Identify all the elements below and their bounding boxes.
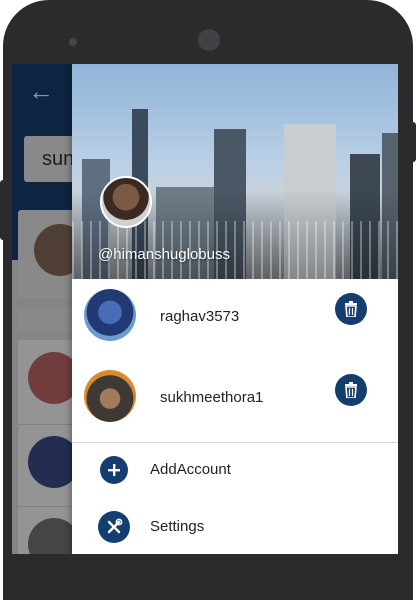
plus-icon xyxy=(100,456,128,484)
front-camera xyxy=(198,29,220,51)
trash-icon xyxy=(345,382,357,398)
menu-item-label: AddAccount xyxy=(150,461,231,478)
account-avatar xyxy=(84,289,136,341)
drawer-divider xyxy=(72,442,398,443)
menu-item-add-account[interactable]: AddAccount xyxy=(72,444,398,496)
account-row[interactable]: raghav3573 xyxy=(72,279,398,361)
profile-avatar[interactable] xyxy=(100,176,152,228)
menu-item-label: Settings xyxy=(150,518,205,535)
account-username: sukhmeethora1 xyxy=(160,389,264,406)
trash-icon xyxy=(345,301,357,317)
power-button xyxy=(410,122,416,162)
menu-item-settings[interactable]: Settings xyxy=(72,501,398,553)
drawer-header: @himanshuglobuss xyxy=(72,64,398,279)
delete-account-button[interactable] xyxy=(335,293,367,325)
account-avatar xyxy=(84,370,136,422)
screen: ← sun @himanshuglobuss raghav3573 sukhme… xyxy=(12,64,398,554)
navigation-drawer: @himanshuglobuss raghav3573 sukhmeethora… xyxy=(72,64,398,554)
profile-handle: @himanshuglobuss xyxy=(98,246,230,263)
delete-account-button[interactable] xyxy=(335,374,367,406)
account-username: raghav3573 xyxy=(160,308,240,325)
tools-icon xyxy=(98,511,130,543)
account-row[interactable]: sukhmeethora1 xyxy=(72,360,398,442)
volume-button xyxy=(0,180,6,240)
sensor-dot xyxy=(69,38,77,46)
